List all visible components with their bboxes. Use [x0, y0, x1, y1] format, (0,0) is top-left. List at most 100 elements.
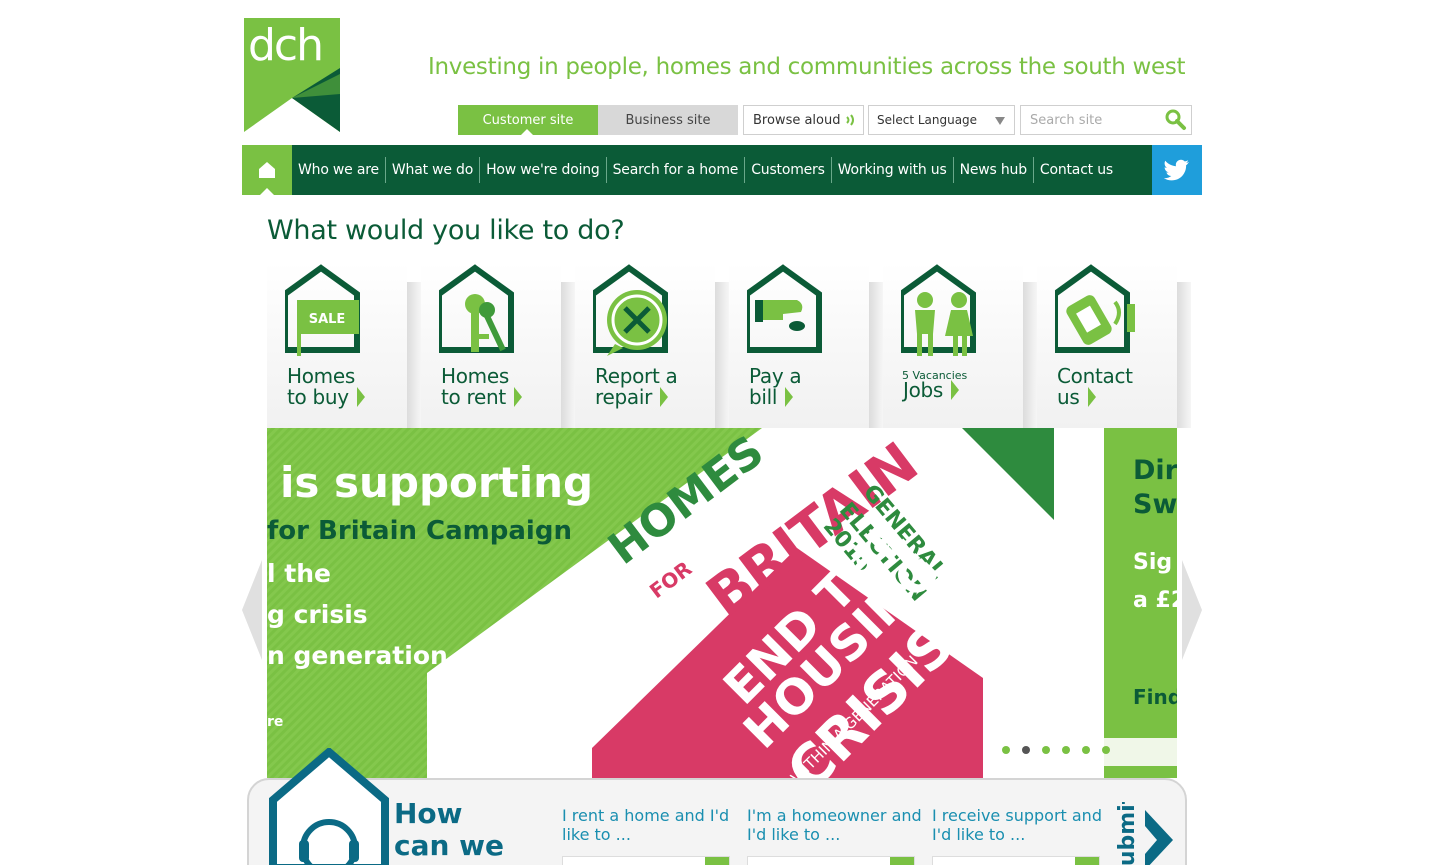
- tile-contact-us[interactable]: Contact us: [1037, 262, 1191, 428]
- tile-label: Pay a bill: [749, 366, 802, 409]
- tile-label-line2: to buy: [287, 385, 349, 409]
- slide-preview-link[interactable]: Find: [1133, 680, 1177, 714]
- nav-item-who-we-are[interactable]: Who we are: [292, 157, 385, 183]
- tile-label: Jobs: [903, 380, 960, 401]
- search-box: [1020, 105, 1192, 135]
- slide-subtitle: for Britain Campaign: [267, 516, 572, 546]
- slide-preview-line: Sw: [1133, 489, 1177, 520]
- carousel-dots: [1002, 746, 1110, 754]
- tile-label-line2: repair: [595, 385, 653, 409]
- support-prompt: I receive support and I'd like to ...: [932, 806, 1102, 844]
- chevron-right-icon: [785, 387, 794, 407]
- chevron-right-icon: [1087, 387, 1096, 407]
- tile-label-line2: us: [1057, 385, 1080, 409]
- twitter-button[interactable]: [1152, 145, 1202, 195]
- renter-options-select[interactable]: [562, 856, 730, 865]
- dropdown-button[interactable]: [705, 857, 729, 865]
- tile-homes-to-buy[interactable]: SALE Homes to buy: [267, 262, 421, 428]
- house-keys-icon: [439, 264, 514, 353]
- house-people-icon: [901, 264, 976, 356]
- carousel-prev-arrow[interactable]: [242, 560, 264, 660]
- house-phone-icon: [1055, 264, 1135, 353]
- slide-line: l the: [267, 559, 331, 588]
- home-icon: [259, 162, 275, 178]
- action-tiles: SALE Homes to buy Homes to rent Report a…: [267, 262, 1191, 428]
- sound-waves-icon: [846, 114, 854, 126]
- homeowner-prompt: I'm a homeowner and I'd like to ...: [747, 806, 922, 844]
- chevron-right-icon: [513, 387, 522, 407]
- nav-items: Who we are What we do How we're doing Se…: [292, 145, 1119, 195]
- main-nav: Who we are What we do How we're doing Se…: [242, 145, 1202, 195]
- chevron-right-icon: [660, 387, 669, 407]
- svg-text:SALE: SALE: [309, 312, 346, 327]
- nav-item-how-were-doing[interactable]: How we're doing: [479, 157, 606, 183]
- browse-aloud-button[interactable]: Browse aloud: [743, 105, 864, 135]
- house-sale-sign-icon: SALE: [285, 264, 360, 356]
- house-tools-icon: [593, 264, 668, 356]
- language-select[interactable]: Select Language: [868, 105, 1015, 135]
- carousel-dot-active[interactable]: [1022, 746, 1030, 754]
- logo-text: dch: [248, 20, 324, 71]
- slide-headline: is supporting: [280, 458, 594, 507]
- slide-preview-line: a £2: [1133, 588, 1177, 613]
- page-heading: What would you like to do?: [267, 215, 625, 246]
- support-options-select[interactable]: [932, 856, 1100, 865]
- page: dch Investing in people, homes and commu…: [0, 0, 1450, 865]
- dropdown-button[interactable]: [1075, 857, 1099, 865]
- nav-item-working-with-us[interactable]: Working with us: [830, 157, 953, 183]
- chevron-right-icon[interactable]: [1145, 810, 1173, 865]
- tile-label: Report a repair: [595, 366, 678, 408]
- help-title-line2: can we: [394, 829, 505, 862]
- twitter-bird-icon: [1164, 159, 1189, 181]
- customer-site-tab[interactable]: Customer site: [458, 105, 598, 136]
- nav-item-search-for-a-home[interactable]: Search for a home: [605, 157, 745, 183]
- submit-label: Submit: [1115, 802, 1140, 865]
- help-title: How can we: [394, 798, 504, 862]
- browse-aloud-label: Browse aloud: [753, 112, 841, 128]
- how-can-we-help-panel: How can we I rent a home and I'd like to…: [247, 748, 1187, 865]
- slide-line: n generation: [267, 641, 448, 670]
- tile-label: Homes to rent: [441, 366, 522, 408]
- chevron-right-icon: [356, 387, 365, 407]
- nav-item-news-hub[interactable]: News hub: [952, 157, 1033, 183]
- homeowner-options-select[interactable]: [747, 856, 915, 865]
- language-select-label: Select Language: [877, 113, 978, 127]
- vacancies-count: 5 Vacancies: [902, 369, 968, 382]
- tile-homes-to-rent[interactable]: Homes to rent: [421, 262, 575, 428]
- search-input[interactable]: [1021, 106, 1161, 134]
- tile-report-a-repair[interactable]: Report a repair: [575, 262, 729, 428]
- carousel-dot[interactable]: [1062, 746, 1070, 754]
- dropdown-button[interactable]: [890, 857, 914, 865]
- tile-jobs[interactable]: Jobs: [883, 262, 1037, 428]
- carousel-slide-next-preview[interactable]: Dir Sw Sig a £2 Find: [1104, 428, 1177, 778]
- hero-carousel[interactable]: is supporting for Britain Campaign l the…: [267, 428, 1177, 778]
- tile-label-line2: to rent: [441, 385, 506, 409]
- slide-read-more-link[interactable]: re: [267, 714, 283, 730]
- dch-logo[interactable]: dch: [244, 18, 340, 132]
- search-icon[interactable]: [1165, 109, 1187, 131]
- chevron-down-icon: [995, 117, 1005, 125]
- nav-item-contact-us[interactable]: Contact us: [1032, 157, 1119, 183]
- tile-label: Homes to buy: [287, 366, 365, 408]
- nav-item-what-we-do[interactable]: What we do: [384, 157, 479, 183]
- chevron-right-icon: [951, 380, 960, 400]
- business-site-tab[interactable]: Business site: [598, 105, 738, 135]
- carousel-slide-homes-for-britain[interactable]: is supporting for Britain Campaign l the…: [267, 428, 1104, 778]
- nav-item-customers[interactable]: Customers: [744, 157, 831, 183]
- tile-pay-a-bill[interactable]: Pay a bill: [729, 262, 883, 428]
- carousel-dot[interactable]: [1002, 746, 1010, 754]
- submit-button[interactable]: Submit: [1113, 802, 1143, 865]
- carousel-dot[interactable]: [1042, 746, 1050, 754]
- carousel-dot[interactable]: [1102, 746, 1110, 754]
- carousel-dot[interactable]: [1082, 746, 1090, 754]
- tile-label: Contact us: [1057, 366, 1133, 408]
- slide-preview-band: [1104, 738, 1177, 766]
- tagline: Investing in people, homes and communiti…: [428, 54, 1186, 80]
- house-hand-coin-icon: [747, 264, 822, 353]
- home-button[interactable]: [242, 145, 292, 195]
- help-title-line1: How: [394, 797, 463, 830]
- house-headset-icon: [269, 748, 389, 865]
- tile-label-line2: bill: [749, 385, 778, 409]
- carousel-next-arrow[interactable]: [1180, 560, 1202, 660]
- renter-prompt: I rent a home and I'd like to ...: [562, 806, 730, 844]
